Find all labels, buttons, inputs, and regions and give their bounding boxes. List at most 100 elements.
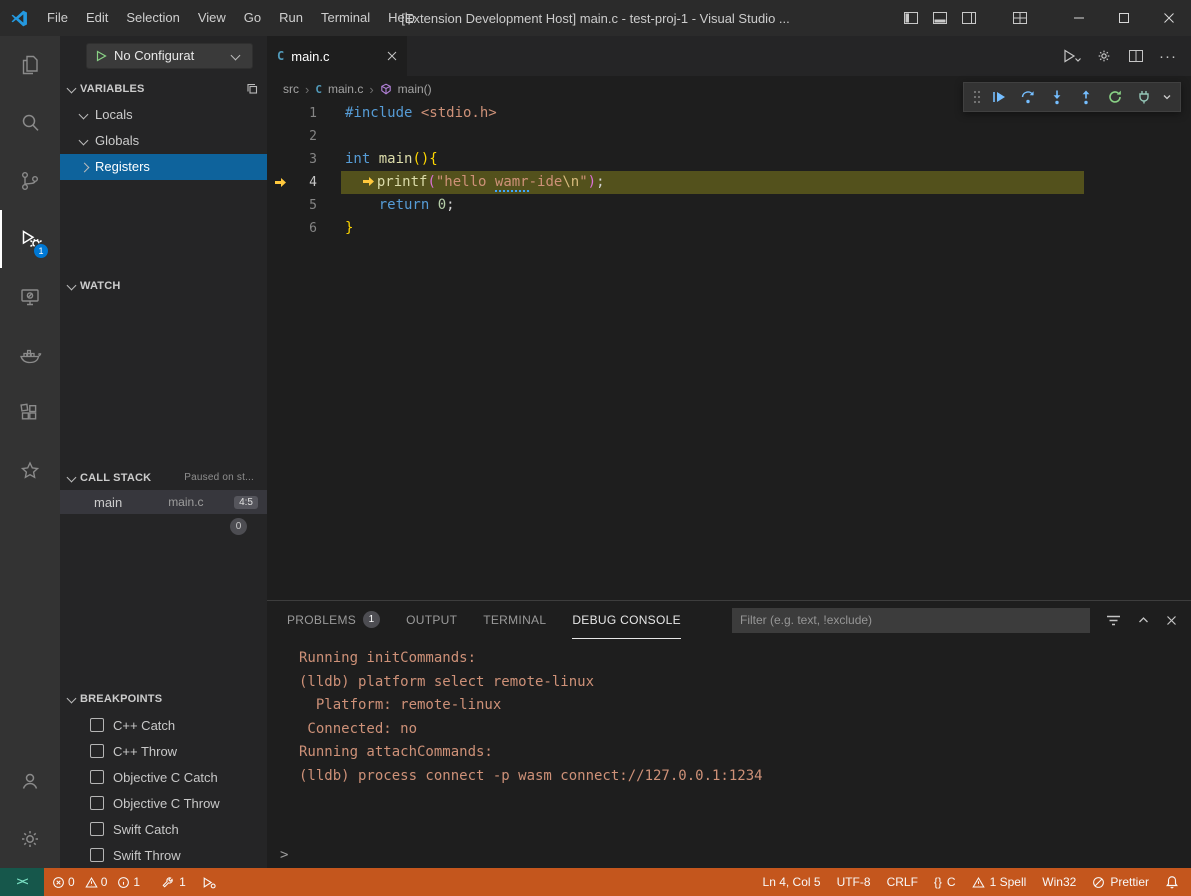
breadcrumb-file[interactable]: main.c (328, 82, 363, 96)
glyph-margin[interactable] (267, 148, 293, 171)
breakpoint-checkbox[interactable] (90, 718, 104, 732)
variables-item-globals[interactable]: Globals (60, 128, 267, 154)
breakpoint-checkbox[interactable] (90, 796, 104, 810)
glyph-margin[interactable] (267, 102, 293, 125)
call-stack-frame-row[interactable]: main main.c 4:5 (60, 490, 267, 514)
encoding-label: UTF-8 (837, 875, 871, 889)
more-actions-button[interactable]: ··· (1155, 43, 1181, 69)
sidebar-item-extensions[interactable] (0, 384, 60, 442)
breakpoint-checkbox[interactable] (90, 822, 104, 836)
restart-button[interactable] (1101, 84, 1129, 110)
console-prompt[interactable]: > (280, 847, 288, 863)
menu-go[interactable]: Go (235, 0, 270, 36)
breakpoints-section-header[interactable]: BREAKPOINTS (60, 686, 267, 712)
chevron-up-icon[interactable] (1137, 615, 1150, 625)
maximize-button[interactable] (1101, 0, 1146, 36)
manage-button[interactable] (0, 810, 60, 868)
toolchain-status[interactable]: 1 (153, 868, 194, 896)
debug-launch-bar: No Configurat (60, 36, 267, 76)
breakpoint-row[interactable]: C++ Throw (60, 738, 267, 764)
chevron-down-icon[interactable] (1159, 92, 1174, 102)
launch-configuration-dropdown[interactable]: No Configurat (86, 43, 253, 69)
toggle-sidebar-icon[interactable] (896, 0, 925, 36)
platform-status[interactable]: Win32 (1034, 868, 1084, 896)
close-icon[interactable] (1166, 615, 1177, 626)
glyph-margin[interactable] (267, 171, 293, 194)
tab-main-c[interactable]: C main.c (267, 36, 407, 76)
panel-tab-terminal[interactable]: TERMINAL (483, 601, 546, 639)
breadcrumb-symbol[interactable]: main() (398, 82, 432, 96)
menu-terminal[interactable]: Terminal (312, 0, 379, 36)
glyph-margin[interactable] (267, 217, 293, 240)
panel-tab-debug-console[interactable]: DEBUG CONSOLE (572, 601, 681, 639)
notifications-button[interactable] (1157, 868, 1187, 896)
toggle-panel-icon[interactable] (925, 0, 954, 36)
inline-breakpoint-icon (362, 171, 377, 194)
encoding-selector[interactable]: UTF-8 (829, 868, 879, 896)
breadcrumb-folder[interactable]: src (283, 82, 299, 96)
spell-label: 1 Spell (990, 875, 1027, 889)
code-token: main (379, 151, 413, 167)
toggle-secondary-sidebar-icon[interactable] (954, 0, 983, 36)
split-editor-button[interactable] (1123, 43, 1149, 69)
sidebar-item-docker[interactable] (0, 326, 60, 384)
close-button[interactable] (1146, 0, 1191, 36)
problems-status[interactable]: 0 0 1 (44, 868, 153, 896)
language-mode-selector[interactable]: {} C (926, 868, 964, 896)
tab-close-icon[interactable] (387, 51, 397, 61)
panel-tab-output[interactable]: OUTPUT (406, 601, 457, 639)
formatter-status[interactable]: Prettier (1084, 868, 1157, 896)
spell-checker-status[interactable]: 1 Spell (964, 868, 1035, 896)
toolbar-grip-icon[interactable] (969, 90, 984, 104)
sidebar-item-explorer[interactable] (0, 36, 60, 94)
variables-item-registers[interactable]: Registers (60, 154, 267, 180)
copy-value-icon[interactable] (245, 82, 259, 96)
console-filter-input[interactable] (732, 608, 1090, 633)
breakpoint-row[interactable]: Objective C Catch (60, 764, 267, 790)
step-over-button[interactable] (1014, 84, 1042, 110)
editor-settings-button[interactable] (1091, 43, 1117, 69)
sidebar-item-favorites[interactable] (0, 442, 60, 500)
run-debug-button[interactable] (1059, 43, 1085, 69)
breakpoint-row[interactable]: Swift Catch (60, 816, 267, 842)
variables-section-header[interactable]: VARIABLES (60, 76, 267, 102)
glyph-margin[interactable] (267, 194, 293, 217)
console-lines: Running initCommands:(lldb) platform sel… (299, 647, 1191, 788)
disconnect-button[interactable] (1130, 84, 1158, 110)
remote-indicator[interactable]: >< (0, 868, 44, 896)
breakpoint-checkbox[interactable] (90, 770, 104, 784)
menu-selection[interactable]: Selection (117, 0, 188, 36)
sidebar-item-search[interactable] (0, 94, 60, 152)
eol-selector[interactable]: CRLF (879, 868, 926, 896)
sidebar-item-source-control[interactable] (0, 152, 60, 210)
step-out-button[interactable] (1072, 84, 1100, 110)
vscode-logo-icon (11, 10, 28, 27)
minimize-button[interactable] (1056, 0, 1101, 36)
menu-file[interactable]: File (38, 0, 77, 36)
breakpoint-checkbox[interactable] (90, 744, 104, 758)
breakpoint-row[interactable]: Objective C Throw (60, 790, 267, 816)
debug-session-status[interactable] (194, 868, 224, 896)
panel-tab-problems[interactable]: PROBLEMS1 (287, 601, 380, 639)
menu-edit[interactable]: Edit (77, 0, 117, 36)
sidebar-item-run-debug[interactable]: 1 (0, 210, 60, 268)
code-editor[interactable]: 1#include <stdio.h>23int main(){4 printf… (267, 102, 1191, 600)
menu-view[interactable]: View (189, 0, 235, 36)
breakpoint-checkbox[interactable] (90, 848, 104, 862)
sidebar-item-remote-explorer[interactable] (0, 268, 60, 326)
breakpoint-row[interactable]: C++ Catch (60, 712, 267, 738)
customize-layout-icon[interactable] (1005, 0, 1034, 36)
accounts-button[interactable] (0, 752, 60, 810)
filter-lines-icon[interactable] (1106, 614, 1121, 627)
breakpoint-row[interactable]: Swift Throw (60, 842, 267, 868)
call-stack-section-header[interactable]: CALL STACK Paused on st... (60, 465, 267, 491)
variables-item-locals[interactable]: Locals (60, 102, 267, 128)
watch-section-label: WATCH (80, 280, 121, 292)
watch-section-header[interactable]: WATCH (60, 273, 267, 299)
continue-button[interactable] (985, 84, 1013, 110)
debug-console-output[interactable]: Running initCommands:(lldb) platform sel… (267, 639, 1191, 868)
step-into-button[interactable] (1043, 84, 1071, 110)
cursor-position[interactable]: Ln 4, Col 5 (755, 868, 829, 896)
menu-run[interactable]: Run (270, 0, 312, 36)
glyph-margin[interactable] (267, 125, 293, 148)
